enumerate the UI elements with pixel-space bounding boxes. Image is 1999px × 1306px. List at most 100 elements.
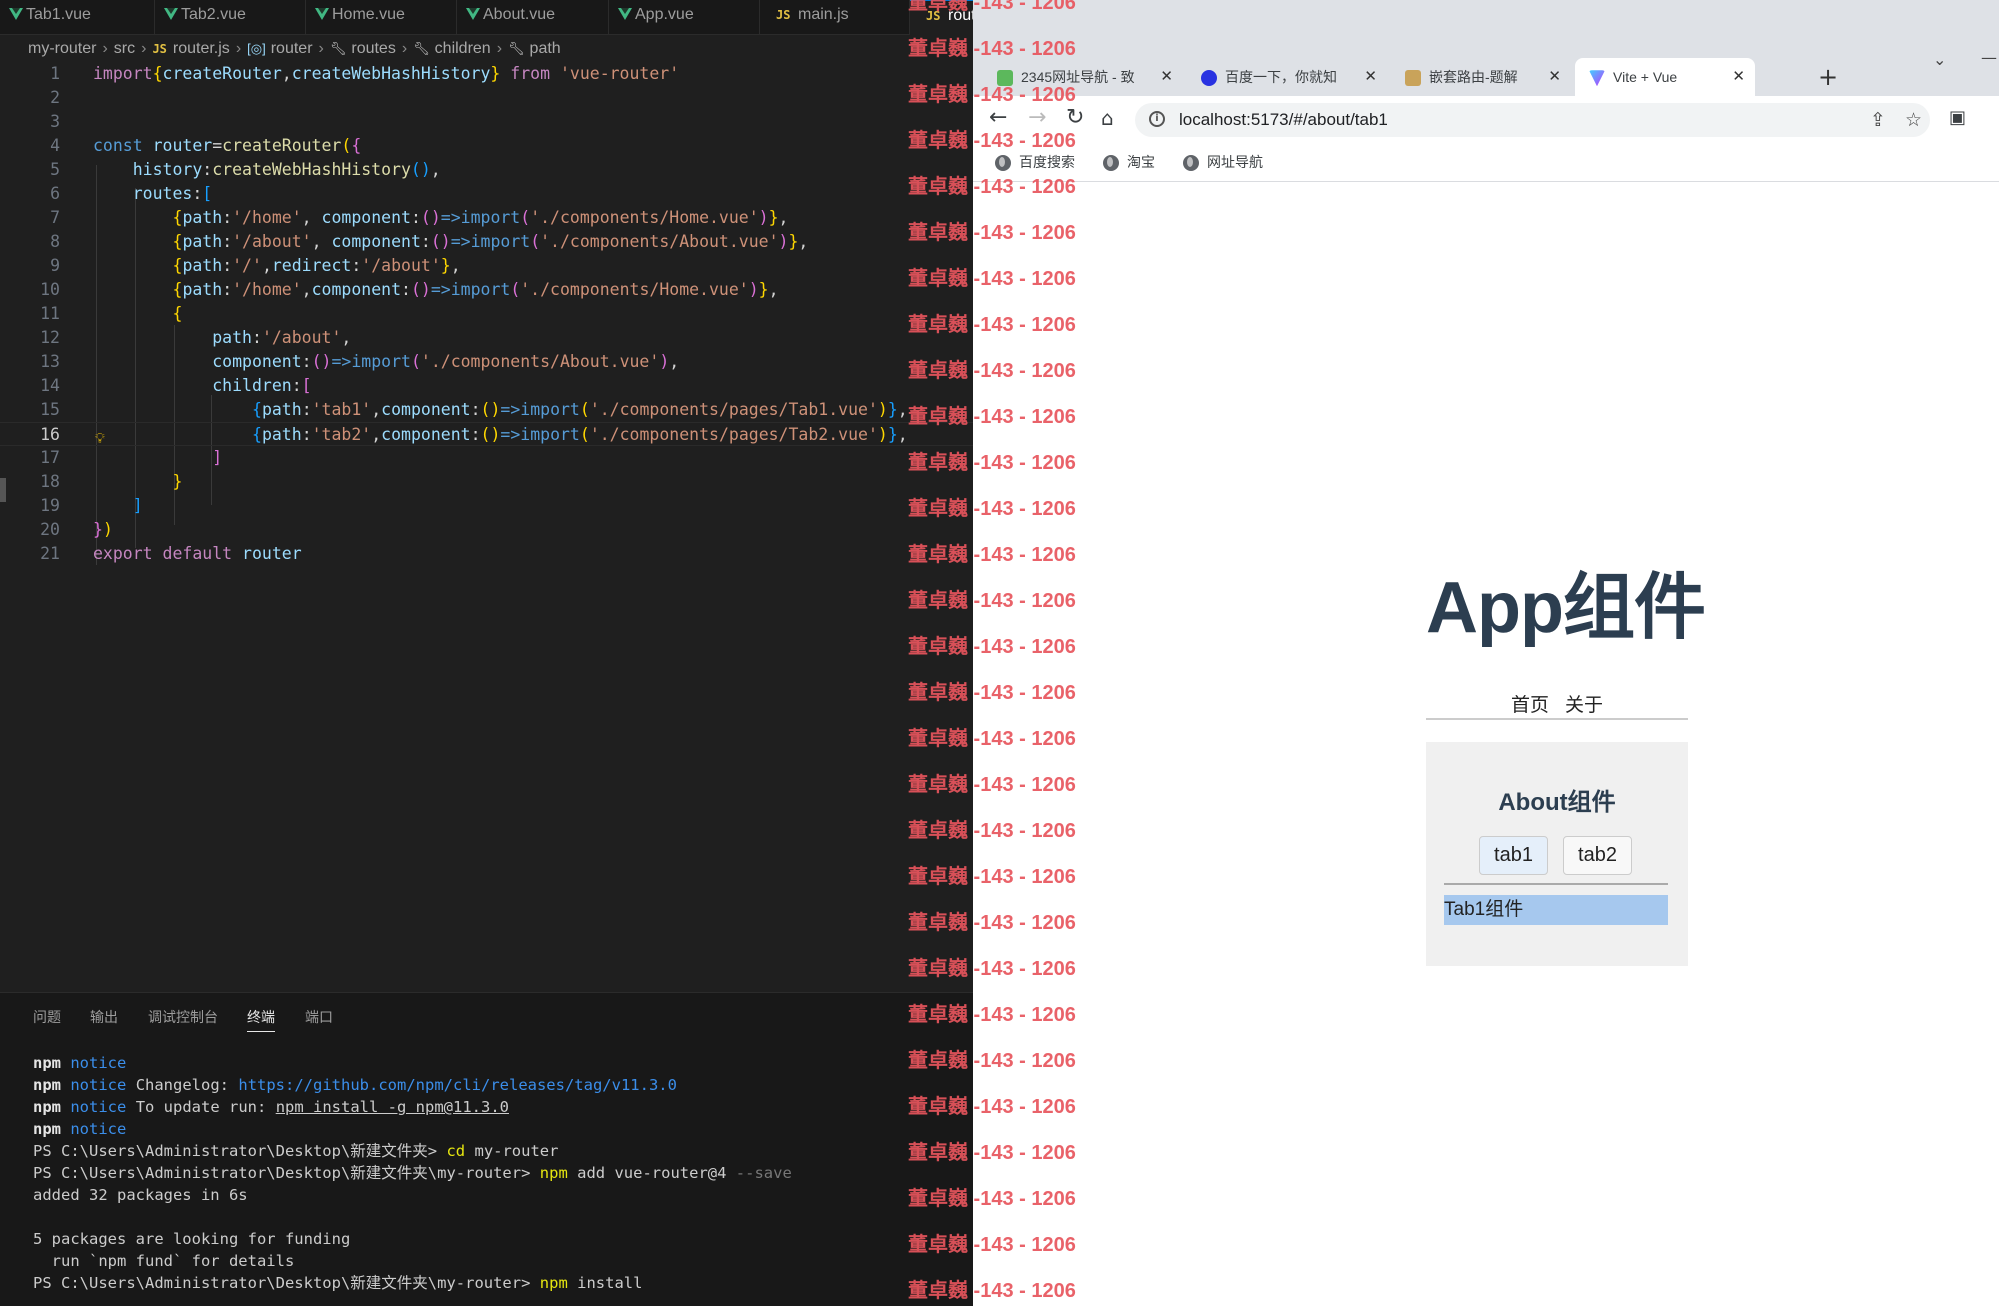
code-line[interactable]: 12 path:'/about', [0,326,973,350]
editor-tab-router[interactable]: JSrouter.js✕ [910,0,973,35]
close-icon[interactable]: ✕ [1732,58,1745,96]
url-text[interactable]: localhost:5173/#/about/tab1 [1179,103,1388,137]
editor-tab-tab2[interactable]: Tab2.vue [155,0,306,35]
panel-tab-output[interactable]: 输出 [90,1007,118,1027]
line-number[interactable]: 8 [0,230,60,254]
line-number[interactable]: 6 [0,182,60,206]
line-number[interactable]: 7 [0,206,60,230]
code-line[interactable]: 2 [0,86,973,110]
breadcrumb-item[interactable]: router.js [173,40,230,57]
line-number[interactable]: 17 [0,446,60,470]
breadcrumb-item[interactable]: children [435,40,491,57]
code-line[interactable]: 17 ] [0,446,973,470]
line-number[interactable]: 21 [0,542,60,566]
code-text[interactable]: }) [93,518,113,542]
editor-tab-main[interactable]: JS main.js [760,0,910,35]
tab1-button[interactable]: tab1 [1479,836,1548,875]
info-icon[interactable]: i [1149,111,1165,127]
line-number[interactable]: 15 [0,398,60,422]
code-line[interactable]: 13 component:()=>import('./components/Ab… [0,350,973,374]
line-number[interactable]: 19 [0,494,60,518]
line-number[interactable]: 16 [0,423,60,447]
code-text[interactable]: ] [93,494,143,518]
code-line[interactable]: 18 } [0,470,973,494]
editor-tab-home[interactable]: Home.vue [306,0,457,35]
code-line[interactable]: 3 [0,110,973,134]
code-line[interactable]: 1 import{createRouter,createWebHashHistor… [0,62,973,86]
home-icon[interactable]: ⌂ [1101,104,1114,132]
code-text[interactable]: export default router [93,542,302,566]
line-number[interactable]: 10 [0,278,60,302]
code-text[interactable]: children:[ [93,374,311,398]
line-number[interactable]: 18 [0,470,60,494]
code-line[interactable]: 19 ] [0,494,973,518]
panel-tab-problems[interactable]: 问题 [33,1007,61,1027]
code-area[interactable]: 1 import{createRouter,createWebHashHistor… [0,62,973,565]
breadcrumb-item[interactable]: routes [351,40,395,57]
code-text[interactable]: { [93,302,183,326]
minimize-icon[interactable]: — [1981,48,1997,67]
code-line[interactable]: 6 routes:[ [0,182,973,206]
scrollbar-marker[interactable] [0,478,6,502]
panel-tab-debug-console[interactable]: 调试控制台 [148,1007,218,1027]
line-number[interactable]: 1 [0,62,60,86]
code-line[interactable]: 20}) [0,518,973,542]
breadcrumb-item[interactable]: path [530,40,561,57]
code-text[interactable]: {path:'/home',component:()=>import('./co… [93,278,779,302]
line-number[interactable]: 9 [0,254,60,278]
browser-tab-nested-routes[interactable]: 嵌套路由-题解 ✕ [1391,58,1571,96]
code-line[interactable]: 14 children:[ [0,374,973,398]
line-number[interactable]: 12 [0,326,60,350]
code-text[interactable]: {path:'tab2',component:()=>import('./com… [93,423,908,447]
code-line[interactable]: 7 {path:'/home', component:()=>import('.… [0,206,973,230]
breadcrumb-item[interactable]: my-router [28,40,96,57]
code-text[interactable]: } [93,470,183,494]
browser-tab-2345[interactable]: 2345网址导航 - 致 ✕ [983,58,1183,96]
close-icon[interactable]: ✕ [1364,58,1377,96]
code-line[interactable]: 15 {path:'tab1',component:()=>import('./… [0,398,973,422]
code-line[interactable]: 4 const router=createRouter({ [0,134,973,158]
code-line[interactable]: 11 { [0,302,973,326]
tab2-button[interactable]: tab2 [1563,836,1632,875]
code-text[interactable]: routes:[ [93,182,212,206]
line-number[interactable]: 5 [0,158,60,182]
browser-tab-vite-vue[interactable]: Vite + Vue ✕ [1575,58,1755,96]
breadcrumb-item[interactable]: router [271,40,313,57]
code-text[interactable]: {path:'/home', component:()=>import('./c… [93,206,789,230]
breadcrumb-item[interactable]: src [114,40,135,57]
side-panel-icon[interactable]: ▣ [1949,104,1966,132]
bookmark-taobao[interactable]: 淘宝 [1103,152,1155,172]
close-icon[interactable]: ✕ [1160,58,1173,96]
line-number[interactable]: 20 [0,518,60,542]
line-number[interactable]: 13 [0,350,60,374]
terminal-line[interactable]: PS C:\Users\Administrator\Desktop\新建文件夹\… [33,1272,642,1294]
line-number[interactable]: 2 [0,86,60,110]
bookmark-baidu-search[interactable]: 百度搜索 [995,152,1075,172]
code-line[interactable]: 10 {path:'/home',component:()=>import('.… [0,278,973,302]
code-text[interactable]: {path:'/about', component:()=>import('./… [93,230,809,254]
code-text[interactable]: {path:'tab1',component:()=>import('./com… [93,398,908,422]
editor-tab-tab1[interactable]: Tab1.vue [0,0,155,35]
reload-icon[interactable]: ↻ [1066,104,1084,132]
nav-link-about[interactable]: 关于 [1565,695,1603,716]
browser-tab-baidu[interactable]: 百度一下，你就知 ✕ [1187,58,1387,96]
panel-tab-terminal[interactable]: 终端 [247,1007,275,1032]
new-tab-button[interactable]: + [1818,58,1838,96]
back-arrow-icon[interactable]: ← [989,104,1007,132]
editor-tab-app[interactable]: App.vue [609,0,760,35]
code-line[interactable]: 21 export default router [0,542,973,566]
line-number[interactable]: 3 [0,110,60,134]
code-text[interactable]: component:()=>import('./components/About… [93,350,679,374]
code-text[interactable]: const router=createRouter({ [93,134,361,158]
line-number[interactable]: 11 [0,302,60,326]
line-number[interactable]: 4 [0,134,60,158]
forward-arrow-icon[interactable]: → [1028,104,1046,132]
code-text[interactable]: import{createRouter,createWebHashHistory… [93,62,679,86]
code-text[interactable]: path:'/about', [93,326,351,350]
bookmark-nav[interactable]: 网址导航 [1183,152,1263,172]
code-line[interactable]: 8 {path:'/about', component:()=>import('… [0,230,973,254]
editor-tab-about[interactable]: About.vue [457,0,609,35]
code-text[interactable]: history:createWebHashHistory(), [93,158,441,182]
code-text[interactable]: {path:'/',redirect:'/about'}, [93,254,461,278]
line-number[interactable]: 14 [0,374,60,398]
